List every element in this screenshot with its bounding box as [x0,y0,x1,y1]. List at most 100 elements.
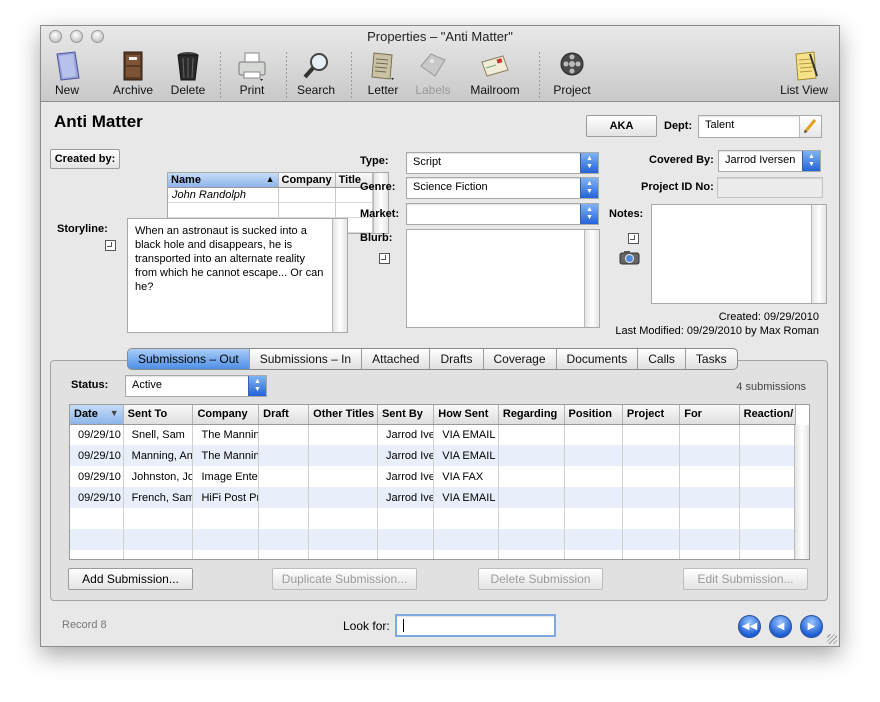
covered-by-popup[interactable]: Jarrod Iversen ▲ ▼ [718,150,821,172]
new-button[interactable]: New [47,48,87,102]
notes-textarea[interactable] [651,204,827,304]
duplicate-submission-button[interactable]: Duplicate Submission... [272,568,417,590]
edit-submission-button[interactable]: Edit Submission... [683,568,808,590]
first-record-button[interactable]: ◀◀ [738,615,761,638]
storyline-textarea[interactable]: When an astronaut is sucked into a black… [127,218,348,333]
table-cell [192,550,260,559]
table-cell [679,445,740,466]
table-cell [498,424,565,445]
look-for-input[interactable] [395,614,556,637]
tab-drafts[interactable]: Drafts [430,349,484,369]
list-view-button[interactable]: List View [778,48,830,102]
table-row[interactable] [70,508,797,529]
blurb-textarea[interactable] [406,229,600,328]
table-cell [192,508,260,529]
submissions-table[interactable]: Date ▼ Sent To Company Draft Other Titles… [69,404,810,560]
table-cell: Johnston, Jo [123,466,194,487]
edit-pencil-icon[interactable] [799,116,821,137]
previous-icon: ◀ [776,621,785,632]
labels-button[interactable]: Labels [411,48,455,102]
table-cell [498,487,565,508]
company-column-header[interactable]: Company [278,173,336,188]
notes-scrollbar[interactable] [811,205,826,303]
tab-documents[interactable]: Documents [557,349,639,369]
status-popup[interactable]: Active ▲ ▼ [125,375,267,397]
previous-record-button[interactable]: ◀ [769,615,792,638]
mailroom-button[interactable]: Mailroom [466,48,524,102]
table-row[interactable]: 09/29/10 Johnston, Jo Image Ente Jarrod Ive… [70,466,797,487]
name-column-header[interactable]: Name ▲ [168,173,279,188]
aka-button[interactable]: AKA [586,115,657,137]
table-row[interactable]: 09/29/10 French, Sam HiFi Post Pr Jarrod Iv… [70,487,797,508]
draft-column-header[interactable]: Draft [258,405,310,425]
submission-count: 4 submissions [736,381,806,393]
letter-button[interactable]: Letter [363,48,403,102]
print-button[interactable]: Print [231,48,273,102]
tab-coverage[interactable]: Coverage [484,349,557,369]
sent-to-column-header[interactable]: Sent To [123,405,194,425]
last-modified: Last Modified: 09/29/2010 by Max Roman [615,325,819,337]
table-cell [308,529,378,550]
expand-blurb-icon[interactable] [379,253,390,264]
table-cell [564,424,623,445]
record-metadata: Created: 09/29/2010 Last Modified: 09/29… [615,310,819,338]
regarding-column-header[interactable]: Regarding [498,405,565,425]
market-popup[interactable]: ▲ ▼ [406,203,599,225]
created-by-button[interactable]: Created by: [50,149,120,169]
table-cell [308,445,378,466]
table-row[interactable] [70,550,797,559]
expand-notes-icon[interactable] [628,233,639,244]
table-cell [308,508,378,529]
table-row[interactable] [168,202,374,218]
next-record-button[interactable]: ▶ [800,615,823,638]
storyline-scrollbar[interactable] [332,219,347,332]
table-cell [258,550,310,559]
table-row[interactable]: 09/29/10 Snell, Sam The Mannin Jarrod Ive VI… [70,424,797,445]
resize-grip[interactable] [827,634,837,644]
other-titles-column-header[interactable]: Other Titles [308,405,378,425]
blurb-scrollbar[interactable] [584,230,599,327]
table-cell [433,529,499,550]
company-column-header[interactable]: Company [192,405,260,425]
tab-submissions-in[interactable]: Submissions – In [250,349,363,369]
type-popup[interactable]: Script ▲ ▼ [406,152,599,174]
genre-popup[interactable]: Science Fiction ▲ ▼ [406,177,599,199]
table-cell [622,466,681,487]
table-row[interactable]: 09/29/10 Manning, An The Mannin Jarrod Ive V… [70,445,797,466]
project-id-field[interactable] [717,177,823,198]
tab-tasks[interactable]: Tasks [686,349,737,369]
for-column-header[interactable]: For [679,405,740,425]
window-chrome: Properties – "Anti Matter" New Archive D… [41,26,839,102]
submissions-header-row: Date ▼ Sent To Company Draft Other Titles… [70,405,797,425]
reaction-column-header[interactable]: Reaction/ [739,405,797,425]
project-column-header[interactable]: Project [622,405,681,425]
table-cell [498,508,565,529]
tab-submissions-out[interactable]: Submissions – Out [128,349,250,369]
tab-calls[interactable]: Calls [638,349,686,369]
popup-arrows-icon: ▲ ▼ [580,153,598,173]
table-cell [622,424,681,445]
table-row[interactable] [70,529,797,550]
camera-icon[interactable] [619,250,640,265]
date-column-header[interactable]: Date ▼ [70,405,124,425]
project-button[interactable]: Project [550,48,594,102]
add-submission-button[interactable]: Add Submission... [68,568,193,590]
table-cell: VIA FAX [433,466,499,487]
position-column-header[interactable]: Position [564,405,623,425]
table-cell: HiFi Post Pr [192,487,260,508]
tab-attached[interactable]: Attached [362,349,431,369]
how-sent-column-header[interactable]: How Sent [433,405,499,425]
table-cell [192,529,260,550]
sent-by-column-header[interactable]: Sent By [377,405,435,425]
search-button[interactable]: Search [294,48,338,102]
archive-button[interactable]: Archive [109,48,157,102]
delete-submission-button[interactable]: Delete Submission [478,568,603,590]
submissions-scrollbar[interactable] [794,425,809,559]
delete-button[interactable]: Delete [168,48,208,102]
table-cell [739,424,797,445]
notes-label: Notes: [609,208,644,220]
expand-storyline-icon[interactable] [105,240,116,251]
table-row[interactable]: John Randolph [168,187,374,203]
dept-field[interactable]: Talent [698,115,822,138]
table-cell [433,550,499,559]
